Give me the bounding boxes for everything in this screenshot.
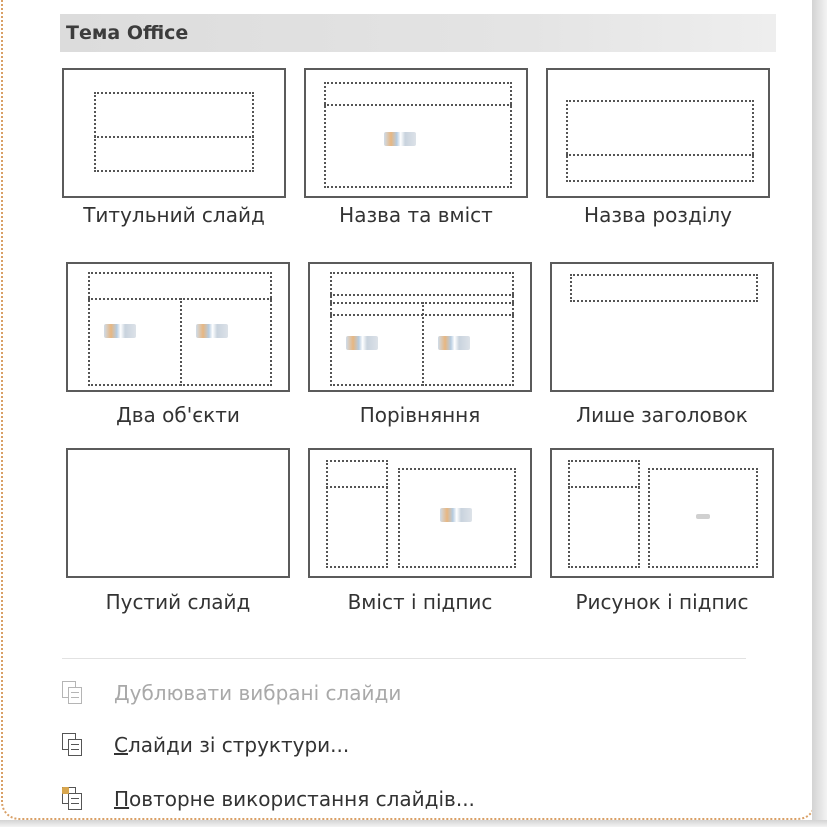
subtitle-divider xyxy=(94,136,254,138)
layout-blank-thumb[interactable] xyxy=(66,448,290,578)
content-icons-graphic xyxy=(440,508,472,522)
caption-title-divider xyxy=(326,486,388,488)
menu-separator xyxy=(62,658,746,659)
layout-section-header-thumb[interactable] xyxy=(546,68,770,198)
column-divider xyxy=(422,302,424,386)
layout-content-caption-thumb[interactable] xyxy=(308,448,532,578)
caption-placeholder xyxy=(568,460,640,568)
layout-two-content-label: Два об'єкти xyxy=(116,403,240,427)
layout-blank-label: Пустий слайд xyxy=(105,590,251,614)
slides-from-outline-command[interactable]: Слайди зі структури... xyxy=(62,728,349,762)
content-placeholder xyxy=(324,82,512,188)
content-icons-graphic xyxy=(196,324,228,338)
slides-from-outline-icon xyxy=(62,733,84,757)
layout-comparison-label: Порівняння xyxy=(359,403,481,427)
slides-from-outline-text: Слайди зі структури... xyxy=(114,733,350,757)
layout-title-slide-label: Титульний слайд xyxy=(83,203,265,227)
layout-content-caption-label: Вміст і підпис xyxy=(347,590,493,614)
layout-two-content-thumb[interactable] xyxy=(66,262,290,392)
layout-picture-caption-label: Рисунок і підпис xyxy=(575,590,749,614)
layout-title-slide-thumb[interactable] xyxy=(62,68,286,198)
content-icons-graphic xyxy=(104,324,136,338)
duplicate-slides-icon xyxy=(62,681,84,705)
caption-placeholder xyxy=(326,460,388,568)
column-divider xyxy=(180,298,182,386)
content-icons-graphic xyxy=(438,336,470,350)
duplicate-selected-slides-command[interactable]: Дублювати вибрані слайди xyxy=(62,676,401,710)
content-icons-graphic xyxy=(346,336,378,350)
reuse-slides-icon xyxy=(62,787,84,811)
layout-section-header-label: Назва розділу xyxy=(584,203,732,227)
section-title-placeholder xyxy=(566,100,754,182)
title-only-placeholder xyxy=(570,274,758,302)
layout-comparison-thumb[interactable] xyxy=(308,262,532,392)
menu-shadow-bottom xyxy=(0,820,827,827)
section-text-divider xyxy=(566,154,754,156)
layout-title-only-label: Лише заголовок xyxy=(576,403,748,427)
menu-shadow-right xyxy=(812,0,827,827)
reuse-slides-text: Повторне використання слайдів... xyxy=(114,787,475,811)
title-placeholder xyxy=(94,92,254,172)
duplicate-selected-slides-text: Дублювати вибрані слайди xyxy=(114,681,402,705)
layout-title-content-label: Назва та вміст xyxy=(339,203,493,227)
picture-icon-graphic xyxy=(696,514,710,519)
title-divider xyxy=(330,294,514,296)
reuse-slides-command[interactable]: Повторне використання слайдів... xyxy=(62,782,475,816)
caption-title-divider xyxy=(568,486,640,488)
title-divider xyxy=(324,104,512,106)
section-header: Тема Office xyxy=(60,14,776,52)
layout-title-only-thumb[interactable] xyxy=(550,262,774,392)
layout-picture-caption-thumb[interactable] xyxy=(550,448,774,578)
layout-title-content-thumb[interactable] xyxy=(304,68,528,198)
content-icons-graphic xyxy=(384,132,416,146)
